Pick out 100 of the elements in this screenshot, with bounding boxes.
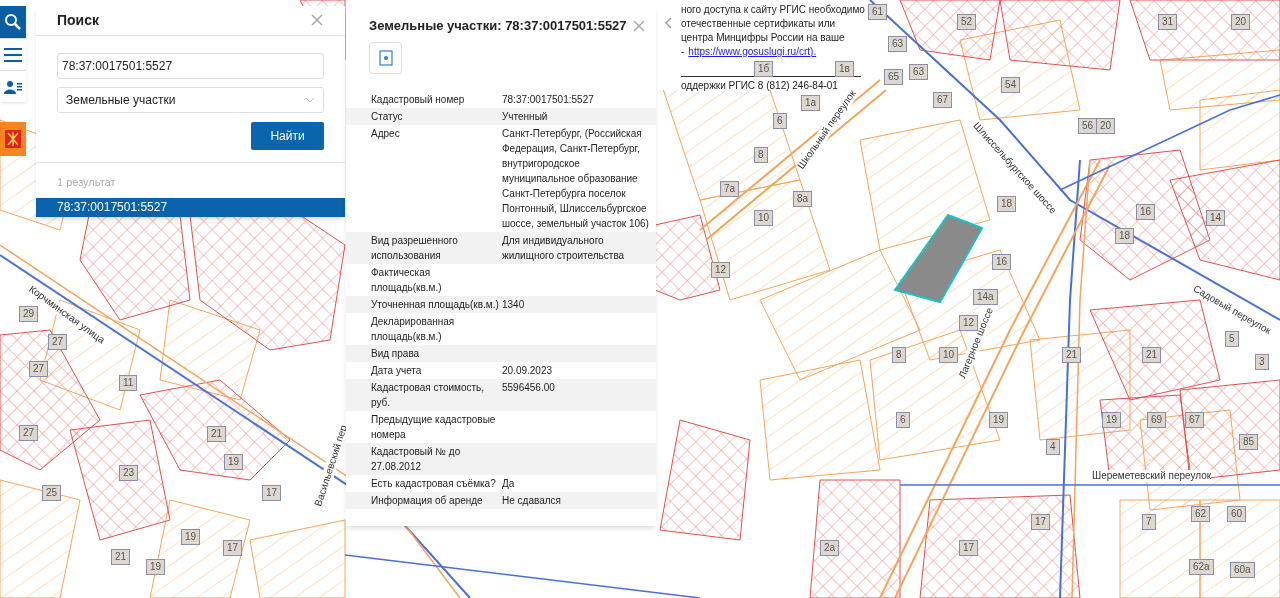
house-number: 14а — [973, 289, 998, 305]
contacts-button[interactable] — [0, 70, 26, 102]
notice-text: ного доступа к сайту РГИС необходимо — [681, 3, 865, 17]
close-icon — [311, 14, 323, 27]
close-icon — [633, 19, 645, 32]
house-number: 52 — [957, 14, 977, 30]
chevron-left-icon — [664, 17, 672, 29]
house-number: 31 — [1158, 14, 1178, 30]
house-number: 61 — [868, 4, 888, 20]
close-button[interactable] — [310, 13, 324, 28]
house-number: 18 — [997, 196, 1017, 212]
attribute-label: Фактическая площадь(кв.м.) — [371, 265, 443, 295]
attribute-value: 1340 — [502, 297, 526, 312]
city-emblem-button[interactable] — [0, 122, 26, 156]
person-list-icon — [4, 79, 22, 94]
house-number: 5 — [1225, 331, 1239, 347]
result-count: 1 результат — [57, 175, 116, 188]
chevron-down-icon — [305, 96, 315, 103]
attribute-value: Учтенный — [502, 109, 549, 124]
house-number: 16 — [1136, 204, 1156, 220]
house-number: 19 — [146, 559, 166, 575]
search-button[interactable] — [0, 6, 26, 38]
house-number: 2а — [820, 540, 840, 556]
house-number: 11 — [119, 375, 138, 391]
house-number: 14 — [1206, 210, 1226, 226]
attribute-label: Уточненная площадь(кв.м.) — [371, 297, 500, 312]
attribute-label: Предыдущие кадастровые номера — [371, 412, 497, 442]
house-number: 10 — [939, 347, 959, 363]
house-number: 21 — [207, 426, 227, 442]
house-number: 10 — [754, 210, 774, 226]
attribute-label: Есть кадастровая съёмка? — [371, 476, 497, 491]
house-number: 60 — [1227, 506, 1247, 522]
house-number: 8 — [892, 347, 906, 363]
search-field[interactable]: 78:37:0017501:5527 — [57, 52, 324, 79]
attribute-label: Кадастровый № до 27.08.2012 — [371, 444, 462, 474]
notice-text: отечественные сертификаты или — [681, 17, 836, 31]
help-button[interactable] — [369, 41, 402, 74]
house-number: 20 — [1096, 118, 1116, 134]
house-number: 62 — [1191, 506, 1211, 522]
house-number: 17 — [1031, 514, 1051, 530]
attribute-value: Да — [502, 476, 516, 491]
attribute-label: Кадастровая стоимость, руб. — [371, 380, 486, 410]
house-number: 23 — [119, 465, 139, 481]
house-number: 21 — [1142, 347, 1162, 363]
house-number: 69 — [1147, 412, 1167, 428]
search-icon — [4, 13, 22, 31]
house-number: 7а — [720, 181, 740, 197]
house-number: 21 — [1062, 347, 1082, 363]
house-number: 56 — [1078, 118, 1098, 134]
house-number: 18 — [1115, 228, 1135, 244]
attribute-label: Вид разрешенного использования — [371, 233, 459, 263]
house-number: 17 — [223, 540, 243, 556]
attribute-value: 20.09.2023 — [502, 363, 554, 378]
menu-icon — [4, 47, 22, 62]
house-number: 3 — [1255, 354, 1269, 370]
house-number: 27 — [19, 425, 39, 441]
house-number: 8а — [793, 191, 813, 207]
find-button[interactable]: Найти — [251, 121, 324, 150]
house-number: 19 — [181, 529, 201, 545]
close-button[interactable] — [632, 18, 646, 33]
house-number: 6 — [896, 412, 910, 428]
house-number: 4 — [1046, 439, 1060, 455]
house-number: 17 — [262, 485, 282, 501]
house-number: 12 — [711, 262, 731, 278]
attribute-label: Адрес — [371, 126, 401, 141]
house-number: 67 — [1185, 412, 1205, 428]
result-item[interactable]: 78:37:0017501:5527 — [36, 197, 345, 217]
certificate-link[interactable]: https://www.gosuslugi.ru/crt). — [688, 45, 817, 59]
attribute-value: Санкт-Петербург, (Российская Федерация, Санкт-Петербург, внутригородское муниципальное образование Санкт-Петербурга поселок Понтонный, Шлиссельбургское шоссе, земельный участок 106) — [502, 126, 650, 231]
street-label: Шереметевский переулок — [1092, 470, 1212, 482]
house-number: 7 — [1142, 514, 1156, 530]
emblem-icon — [5, 130, 21, 148]
object-type-select[interactable]: Земельные участки — [57, 86, 324, 113]
house-number: 1в — [835, 61, 854, 77]
house-number: 63 — [909, 64, 929, 80]
panel-title: Земельные участки: 78:37:0017501:5527 — [369, 17, 627, 35]
house-number: 8 — [754, 147, 768, 163]
house-number: 1а — [801, 95, 821, 111]
house-number: 17 — [959, 540, 979, 556]
house-number: 19 — [989, 412, 1009, 428]
house-number: 27 — [29, 361, 49, 377]
house-number: 62а — [1189, 559, 1214, 575]
attribute-value: 5596456.00 — [502, 380, 556, 395]
house-number: 1б — [754, 61, 774, 77]
attribute-value: 78:37:0017501:5527 — [502, 92, 595, 107]
house-number: 54 — [1001, 77, 1021, 93]
attribute-label: Статус — [371, 109, 404, 124]
attribute-label: Дата учета — [371, 363, 423, 378]
house-number: 27 — [48, 334, 68, 350]
panel-title: Поиск — [57, 11, 99, 30]
notice-text: центра Минцифры России на ваше — [681, 31, 845, 45]
attribute-label: Информация об аренде — [371, 493, 484, 508]
house-number: 67 — [933, 92, 953, 108]
house-number: 85 — [1239, 434, 1259, 450]
house-number: 16 — [992, 254, 1012, 270]
notice-text: - — [681, 45, 685, 59]
house-number: 60а — [1230, 562, 1255, 578]
attribute-label: Кадастровый номер — [371, 92, 466, 107]
menu-button[interactable] — [0, 38, 26, 70]
attribute-label: Декларированная площадь(кв.м.) — [371, 314, 456, 344]
